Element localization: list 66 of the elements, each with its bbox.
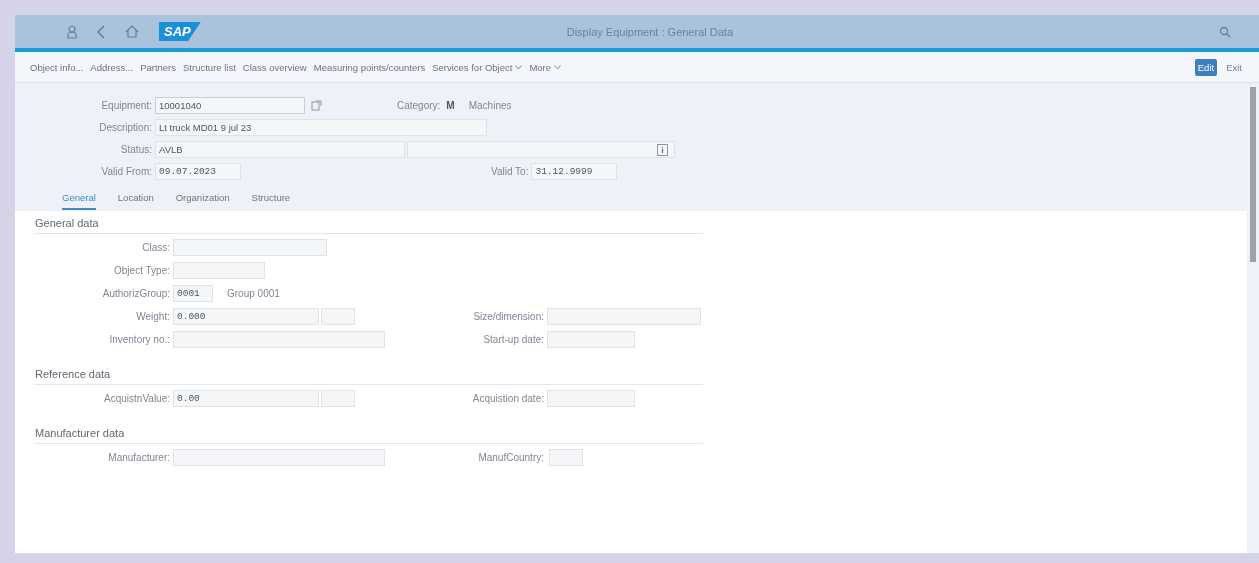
menu-button[interactable]: Services for Object [432,61,523,73]
toolbar-button[interactable]: Structure list [183,61,236,73]
section-title: General data [35,216,100,231]
field-label: Acquistion date: [471,393,545,404]
field-label: Equipment: [100,100,153,111]
field-label: Valid To: [491,166,530,177]
input-field[interactable] [547,308,701,325]
toolbar-button[interactable]: Object info... [30,61,84,73]
caret-icon [515,64,523,70]
field-label: Inventory no.: [108,334,171,345]
input-field[interactable]: 0.00 [173,390,319,407]
input-field[interactable] [173,331,385,348]
toolbar-button[interactable]: Partners [140,61,177,73]
input-field[interactable]: 10001040 [155,97,305,114]
caret-icon [554,64,562,70]
field-label: Status: [119,144,153,155]
edit-button[interactable]: Edit [1194,58,1218,76]
field-label: Description: [98,122,153,133]
search-icon[interactable] [1219,25,1231,38]
field-label: Category: [397,100,441,111]
tab[interactable]: Location [117,189,154,210]
field-label: Weight: [135,311,171,322]
field-label: Size/dimension: [472,311,545,322]
field-label: Start-up date: [482,334,545,345]
window-title: Display Equipment : General Data [565,25,734,38]
sap-logo[interactable]: SAP [159,22,201,41]
field-label: AuthorizGroup: [101,288,171,299]
input-field[interactable] [173,449,385,466]
input-field[interactable]: AVLB [155,141,405,158]
exit-button[interactable]: Exit [1223,58,1245,76]
input-field[interactable]: 09.07.2023 [155,163,241,180]
group-text: Group 0001 [227,288,280,299]
input-field[interactable]: 0.000 [173,308,319,325]
input-field[interactable] [547,331,635,348]
input-field[interactable] [549,449,583,466]
input-field[interactable]: 0001 [173,285,213,302]
field-label: Class: [141,242,171,253]
input-field[interactable]: 31.12.9999 [531,163,618,180]
section-title: Manufacturer data [35,426,126,441]
input-field[interactable] [407,141,675,158]
info-icon[interactable] [657,143,668,156]
field-label: Manufacturer: [107,452,171,463]
input-field[interactable] [321,390,355,407]
home-icon[interactable] [125,25,139,38]
input-field[interactable] [173,239,327,256]
menu-button[interactable]: More [529,61,562,73]
toolbar-button[interactable]: Address... [90,61,134,73]
field-label: Valid From: [100,166,153,177]
input-field[interactable] [547,390,635,407]
details-icon[interactable] [311,100,322,111]
field-label: Object Type: [113,265,171,276]
input-field[interactable] [321,308,355,325]
tab[interactable]: Organization [175,189,230,210]
back-icon[interactable] [97,24,105,39]
input-field[interactable]: Lt truck MD01 9 jul 23 [155,119,487,136]
person-icon[interactable] [67,24,77,39]
toolbar-button[interactable]: Measuring points/counters [313,61,426,73]
field-label: AcquistnValue: [103,393,171,404]
field-label: ManufCountry: [477,452,545,463]
tab[interactable]: Structure [251,189,291,210]
section-title: Reference data [35,367,112,382]
category-code: M [446,100,455,111]
scrollbar-thumb[interactable] [1250,87,1256,262]
input-field[interactable] [173,262,265,279]
toolbar-button[interactable]: Class overview [242,61,307,73]
category-text: Machines [468,100,512,111]
